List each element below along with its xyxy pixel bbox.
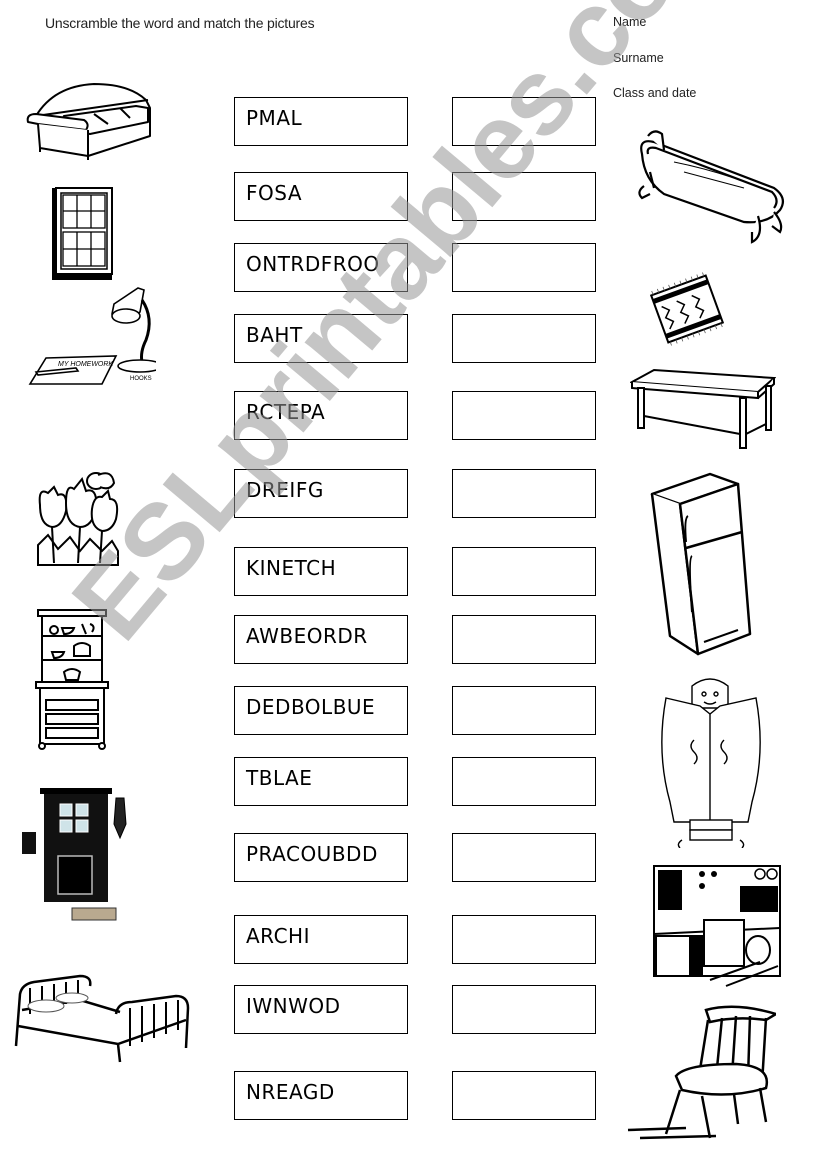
name-label: Name	[613, 15, 647, 29]
answer-input[interactable]	[453, 392, 595, 439]
sofa-picture	[26, 83, 151, 160]
bed-picture	[14, 974, 190, 1063]
answer-box[interactable]	[452, 172, 596, 221]
chair-picture	[627, 1005, 776, 1140]
answer-box[interactable]	[452, 757, 596, 806]
answer-box[interactable]	[452, 985, 596, 1034]
answer-input[interactable]	[453, 315, 595, 362]
front-door-picture	[22, 788, 127, 921]
cupboard-picture	[35, 609, 109, 750]
answer-input[interactable]	[453, 173, 595, 220]
answer-box[interactable]	[452, 314, 596, 363]
answer-box[interactable]	[452, 469, 596, 518]
scrambled-word: DREIFG	[234, 469, 408, 518]
scrambled-word: IWNWOD	[234, 985, 408, 1034]
fridge-picture	[650, 472, 752, 656]
answer-box[interactable]	[452, 615, 596, 664]
scrambled-word: PRACOUBDD	[234, 833, 408, 882]
garden-flowers-picture	[37, 472, 119, 566]
answer-input[interactable]	[453, 548, 595, 595]
answer-input[interactable]	[453, 834, 595, 881]
kitchen-picture	[653, 865, 781, 987]
answer-input[interactable]	[453, 687, 595, 734]
scrambled-word: ARCHI	[234, 915, 408, 964]
scrambled-word: NREAGD	[234, 1071, 408, 1120]
scrambled-word: KINETCH	[234, 547, 408, 596]
scrambled-word: DEDBOLBUE	[234, 686, 408, 735]
answer-input[interactable]	[453, 986, 595, 1033]
answer-box[interactable]	[452, 547, 596, 596]
answer-box[interactable]	[452, 97, 596, 146]
answer-box[interactable]	[452, 1071, 596, 1120]
answer-input[interactable]	[453, 470, 595, 517]
class-date-label: Class and date	[613, 86, 697, 100]
scrambled-word: TBLAE	[234, 757, 408, 806]
answer-box[interactable]	[452, 391, 596, 440]
answer-box[interactable]	[452, 686, 596, 735]
window-picture	[52, 187, 113, 280]
bathtub-picture	[638, 130, 785, 244]
answer-box[interactable]	[452, 243, 596, 292]
answer-input[interactable]	[453, 244, 595, 291]
answer-input[interactable]	[453, 758, 595, 805]
scrambled-word: BAHT	[234, 314, 408, 363]
svg-text:MY HOMEWORK: MY HOMEWORK	[58, 361, 113, 368]
instruction-heading: Unscramble the word and match the pictur…	[45, 15, 315, 31]
scrambled-word: PMAL	[234, 97, 408, 146]
answer-box[interactable]	[452, 833, 596, 882]
svg-text:HOOKS: HOOKS	[130, 376, 152, 382]
wardrobe-picture	[661, 678, 761, 848]
scrambled-word: AWBEORDR	[234, 615, 408, 664]
table-picture	[630, 368, 776, 449]
answer-input[interactable]	[453, 98, 595, 145]
desk-lamp-picture: MY HOMEWORK HOOKS	[28, 287, 156, 385]
surname-label: Surname	[613, 51, 664, 65]
answer-box[interactable]	[452, 915, 596, 964]
scrambled-word: ONTRDFROO	[234, 243, 408, 292]
scrambled-word: FOSA	[234, 172, 408, 221]
answer-input[interactable]	[453, 916, 595, 963]
answer-input[interactable]	[453, 1072, 595, 1119]
answer-input[interactable]	[453, 616, 595, 663]
scrambled-word: RCTEPA	[234, 391, 408, 440]
carpet-picture	[649, 272, 725, 346]
